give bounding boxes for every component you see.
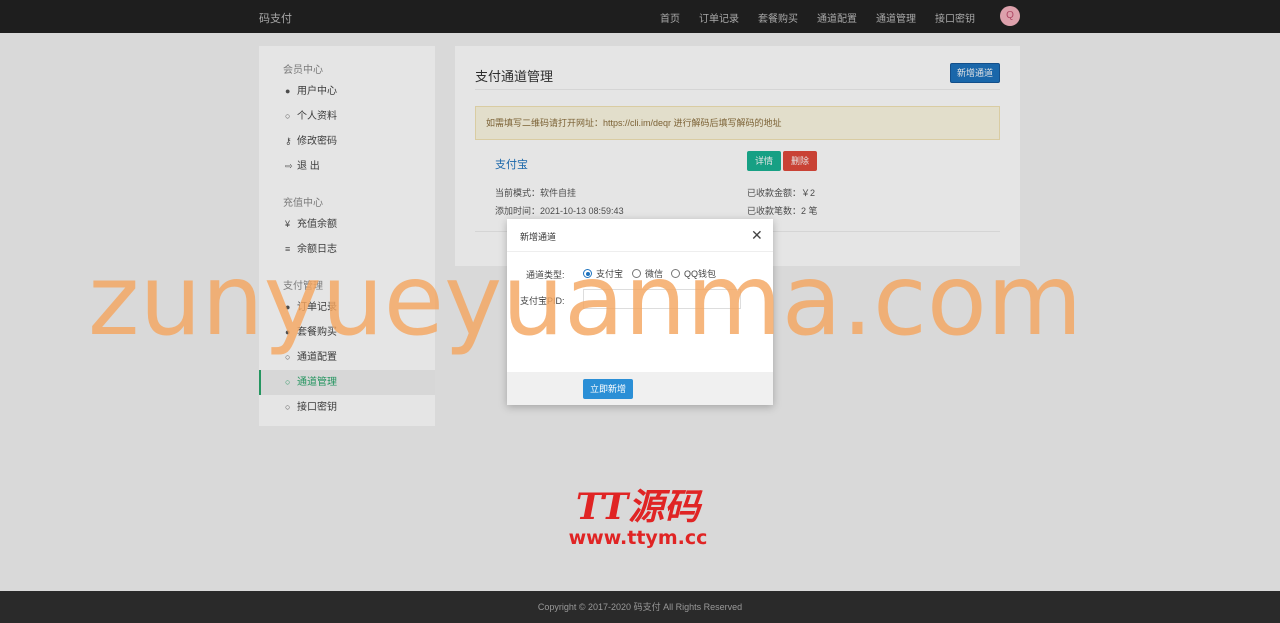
modal-title: 新增通道 [520,232,557,242]
watermark-logo-url: www.ttym.cc [568,527,708,549]
watermark-text: zunyueyuanma.com [88,244,1083,358]
watermark-logo-title: TT源码 [575,486,701,528]
watermark-logo: TT源码 www.ttym.cc [563,489,713,549]
submit-button[interactable]: 立即新增 [583,379,633,399]
close-icon[interactable]: ✕ [751,227,763,244]
modal-footer [507,372,773,405]
